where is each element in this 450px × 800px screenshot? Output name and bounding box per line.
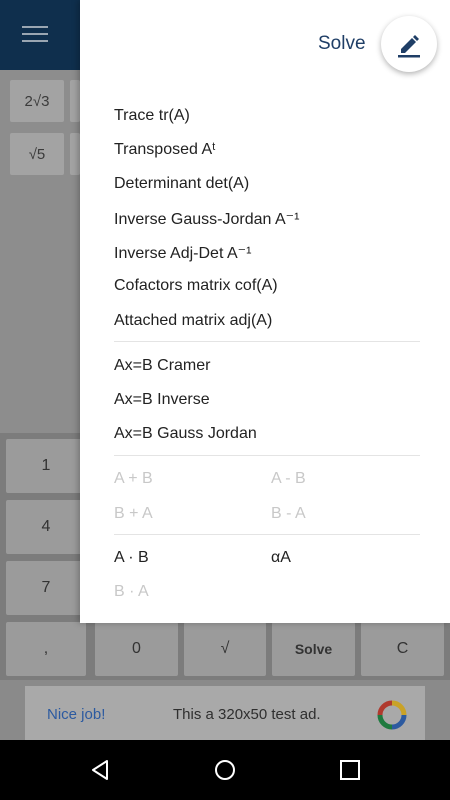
edit-button[interactable] — [381, 16, 437, 72]
key-partial[interactable] — [70, 133, 80, 175]
menu-item-b-minus-a: B - A — [271, 505, 306, 522]
key-4[interactable]: 4 — [6, 500, 86, 554]
system-navbar — [0, 740, 450, 800]
divider — [114, 341, 420, 342]
menu-item-transposed[interactable]: Transposed Aᵗ — [114, 141, 216, 159]
menu-item-a-plus-b: A + B — [114, 470, 153, 487]
recents-icon[interactable] — [338, 758, 362, 782]
divider — [114, 455, 420, 456]
ad-logo-icon — [377, 700, 407, 730]
menu-item-ax-b-inverse[interactable]: Ax=B Inverse — [114, 391, 210, 409]
menu-item-attached[interactable]: Attached matrix adj(A) — [114, 312, 272, 330]
ad-nice-label: Nice job! — [47, 705, 106, 723]
menu-item-cofactors[interactable]: Cofactors matrix cof(A) — [114, 277, 278, 295]
key-solve[interactable]: Solve — [272, 622, 355, 676]
ad-text: This a 320x50 test ad. — [173, 705, 321, 723]
menu-title: Solve — [318, 33, 366, 54]
key-sqrt5[interactable]: √5 — [10, 133, 64, 175]
edit-pencil-icon — [398, 35, 420, 58]
key-7[interactable]: 7 — [6, 561, 86, 615]
menu-item-inverse-adj-det[interactable]: Inverse Adj-Det A⁻¹ — [114, 243, 251, 263]
home-icon[interactable] — [213, 758, 237, 782]
divider — [114, 534, 420, 535]
key-2sqrt3[interactable]: 2√3 — [10, 80, 64, 122]
ad-banner[interactable]: Nice job! This a 320x50 test ad. — [25, 686, 425, 742]
key-sqrt[interactable]: √ — [184, 622, 266, 676]
menu-item-cramer[interactable]: Ax=B Cramer — [114, 357, 210, 375]
key-partial[interactable] — [70, 80, 80, 122]
menu-item-determinant[interactable]: Determinant det(A) — [114, 175, 249, 193]
solve-menu: Solve Trace tr(A) Transposed Aᵗ Determin… — [80, 0, 450, 623]
menu-item-ax-b-gauss-jordan[interactable]: Ax=B Gauss Jordan — [114, 425, 257, 443]
menu-item-b-plus-a: B + A — [114, 505, 153, 522]
menu-item-scalar-times-a[interactable]: αA — [271, 549, 291, 567]
key-0[interactable]: 0 — [95, 622, 178, 676]
menu-icon[interactable] — [22, 26, 48, 44]
menu-item-b-times-a: B · A — [114, 583, 149, 600]
menu-item-trace[interactable]: Trace tr(A) — [114, 107, 190, 125]
back-icon[interactable] — [88, 758, 112, 782]
key-clear[interactable]: C — [361, 622, 444, 676]
menu-item-a-times-b[interactable]: A · B — [114, 549, 149, 567]
menu-header: Solve — [80, 0, 450, 90]
key-1[interactable]: 1 — [6, 439, 86, 493]
menu-item-a-minus-b: A - B — [271, 470, 306, 487]
menu-item-inverse-gauss-jordan[interactable]: Inverse Gauss-Jordan A⁻¹ — [114, 209, 299, 229]
key-comma[interactable]: , — [6, 622, 86, 676]
